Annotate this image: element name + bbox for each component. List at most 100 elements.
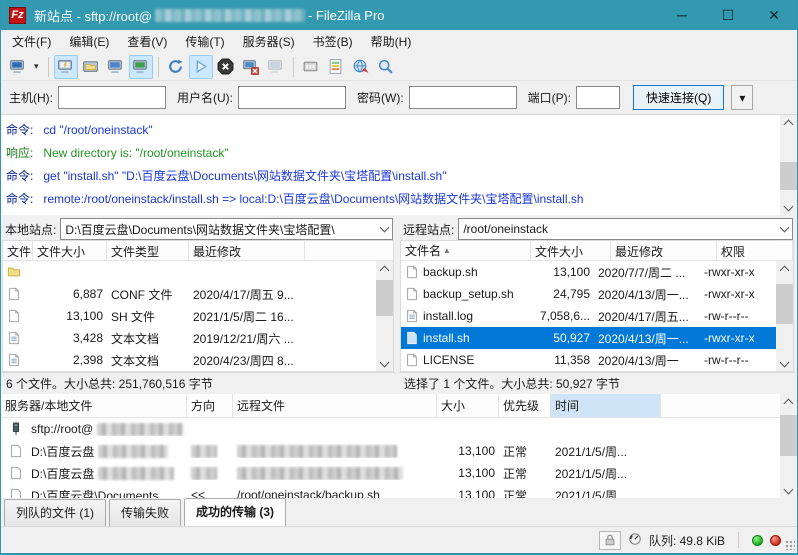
column-header-date[interactable]: 最近修改 [611, 241, 717, 260]
filename-filter-icon[interactable] [299, 55, 323, 79]
minimize-button[interactable]: ─ [659, 0, 705, 30]
scroll-up-icon[interactable] [376, 261, 393, 276]
maximize-button[interactable]: ☐ [705, 0, 751, 30]
redacted-direction [191, 467, 217, 480]
remote-list-scrollbar[interactable] [776, 261, 793, 371]
menu-edit[interactable]: 编辑(E) [60, 30, 118, 53]
scroll-up-icon[interactable] [776, 261, 793, 276]
local-column-headers: 文件名 文件大小 文件类型 最近修改 [3, 241, 393, 261]
log-scrollbar[interactable] [780, 115, 797, 215]
remote-pane: 远程站点: /root/oneinstack 文件名▲ 文件大小 最近修改 权限… [399, 218, 795, 392]
column-header-server-local[interactable]: 服务器/本地文件 [1, 394, 187, 417]
redacted-host [97, 423, 183, 436]
port-label: 端口(P): [528, 89, 571, 106]
table-row[interactable] [3, 261, 376, 283]
scroll-down-icon[interactable] [776, 356, 793, 371]
close-button[interactable]: ✕ [751, 0, 797, 30]
table-row[interactable]: D:\百度云盘\Documents << /root/oneinstack/ba… [1, 484, 780, 498]
scroll-up-icon[interactable] [780, 115, 797, 130]
scroll-down-icon[interactable] [780, 483, 797, 498]
queue-scrollbar[interactable] [780, 394, 797, 498]
menu-file[interactable]: 文件(F) [3, 30, 60, 53]
toggle-queue-icon[interactable] [129, 55, 153, 79]
redacted-path [98, 467, 174, 480]
host-input[interactable] [58, 86, 166, 109]
text-file-icon [3, 353, 25, 367]
toggle-message-log-icon[interactable] [54, 55, 78, 79]
column-header-size[interactable]: 文件大小 [531, 241, 611, 260]
username-input[interactable] [238, 86, 346, 109]
table-row[interactable]: install.log 7,058,6... 2020/4/17/周五... -… [401, 305, 776, 327]
scroll-down-icon[interactable] [780, 200, 797, 215]
table-row[interactable]: backup_setup.sh 24,795 2020/4/13/周一... -… [401, 283, 776, 305]
password-input[interactable] [409, 86, 517, 109]
speed-limit-icon[interactable] [628, 532, 642, 549]
queue-tabs: 列队的文件 (1) 传输失败 成功的传输 (3) [1, 498, 797, 526]
redacted-remote-path [237, 467, 403, 480]
table-row[interactable]: 13,100 SH 文件 2021/1/5/周二 16... [3, 305, 376, 327]
cancel-operation-icon[interactable] [214, 55, 238, 79]
scroll-down-icon[interactable] [376, 356, 393, 371]
menu-server[interactable]: 服务器(S) [234, 30, 304, 53]
toggle-remote-tree-icon[interactable] [104, 55, 128, 79]
table-row-selected[interactable]: install.sh 50,927 2020/4/13/周一... -rwxr-… [401, 327, 776, 349]
column-header-size[interactable]: 文件大小 [33, 241, 107, 260]
file-icon [401, 265, 423, 279]
local-site-label: 本地站点: [3, 221, 56, 238]
site-manager-icon[interactable] [5, 55, 29, 79]
local-list-scrollbar[interactable] [376, 261, 393, 371]
column-header-time[interactable]: 时间 [551, 394, 661, 417]
local-path-combobox[interactable]: D:\百度云盘\Documents\网站数据文件夹\宝塔配置\ [60, 218, 393, 240]
quickconnect-dropdown-icon[interactable]: ▾ [731, 85, 753, 110]
table-row[interactable]: sftp://root@ [1, 418, 780, 440]
toolbar-separator [293, 57, 294, 77]
synchronized-browsing-icon[interactable] [349, 55, 373, 79]
lock-icon[interactable] [599, 531, 621, 550]
table-row[interactable]: D:\百度云盘 13,100 正常 2021/1/5/周... [1, 440, 780, 462]
transfer-queue: 服务器/本地文件 方向 远程文件 大小 优先级 时间 sftp://root@ … [1, 392, 797, 498]
remote-status-text: 选择了 1 个文件。大小总共: 50,927 字节 [399, 372, 795, 394]
resize-grip[interactable] [785, 540, 795, 550]
menu-bookmarks[interactable]: 书签(B) [304, 30, 362, 53]
table-row[interactable]: LICENSE 11,358 2020/4/13/周一 -rw-r--r-- [401, 349, 776, 371]
site-manager-dropdown-icon[interactable]: ▾ [30, 61, 43, 72]
menu-help[interactable]: 帮助(H) [362, 30, 421, 53]
column-header-remote[interactable]: 远程文件 [233, 394, 437, 417]
file-comparison-icon[interactable] [324, 55, 348, 79]
text-file-icon [3, 331, 25, 345]
tab-failed-transfers[interactable]: 传输失败 [109, 499, 181, 526]
port-input[interactable] [576, 86, 620, 109]
redacted-remote-path [237, 445, 397, 458]
toolbar-separator [158, 57, 159, 77]
reconnect-icon[interactable] [264, 55, 288, 79]
table-row[interactable]: 3,428 文本文档 2019/12/21/周六 ... [3, 327, 376, 349]
remote-path-combobox[interactable]: /root/oneinstack [458, 218, 793, 240]
menu-view[interactable]: 查看(V) [118, 30, 176, 53]
column-header-type[interactable]: 文件类型 [107, 241, 189, 260]
table-row[interactable]: D:\百度云盘 13,100 正常 2021/1/5/周... [1, 462, 780, 484]
tab-queued-files[interactable]: 列队的文件 (1) [4, 499, 106, 526]
column-header-name[interactable]: 文件名▲ [401, 241, 531, 260]
column-header-name[interactable]: 文件名 [3, 241, 33, 260]
toggle-local-tree-icon[interactable] [79, 55, 103, 79]
message-log: 命令: cd "/root/oneinstack" 响应: New direct… [1, 115, 797, 218]
column-header-direction[interactable]: 方向 [187, 394, 233, 417]
refresh-icon[interactable] [164, 55, 188, 79]
search-files-icon[interactable] [374, 55, 398, 79]
column-header-priority[interactable]: 优先级 [499, 394, 551, 417]
table-row[interactable]: 6,887 CONF 文件 2020/4/17/周五 9... [3, 283, 376, 305]
column-header-permissions[interactable]: 权限 [717, 241, 793, 260]
quickconnect-button[interactable]: 快速连接(Q) [633, 85, 724, 110]
remote-file-list: backup.sh 13,100 2020/7/7/周二 ... -rwxr-x… [401, 261, 793, 371]
file-icon [5, 488, 27, 498]
folder-icon [3, 265, 25, 279]
table-row[interactable]: 2,398 文本文档 2020/4/23/周四 8... [3, 349, 376, 371]
process-queue-icon[interactable] [189, 55, 213, 79]
column-header-size[interactable]: 大小 [437, 394, 499, 417]
column-header-date[interactable]: 最近修改 [189, 241, 305, 260]
scroll-up-icon[interactable] [780, 394, 797, 409]
table-row[interactable]: backup.sh 13,100 2020/7/7/周二 ... -rwxr-x… [401, 261, 776, 283]
disconnect-icon[interactable] [239, 55, 263, 79]
menu-transfer[interactable]: 传输(T) [176, 30, 233, 53]
tab-successful-transfers[interactable]: 成功的传输 (3) [184, 498, 286, 526]
